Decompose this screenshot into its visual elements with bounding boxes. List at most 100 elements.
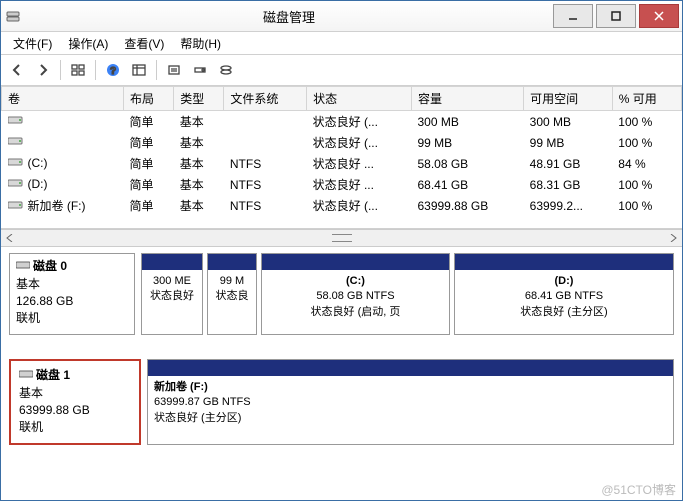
pane-splitter[interactable] bbox=[1, 229, 682, 247]
disk-graphical-view[interactable]: 磁盘 0 基本 126.88 GB 联机 300 ME 状态良好 99 M bbox=[1, 247, 682, 501]
menu-help[interactable]: 帮助(H) bbox=[172, 33, 229, 54]
partition-size: 63999.87 GB NTFS bbox=[154, 395, 667, 410]
close-button[interactable] bbox=[639, 4, 679, 28]
toolbar-separator bbox=[60, 60, 61, 80]
highlight-box: 磁盘 1 基本 63999.88 GB 联机 bbox=[9, 359, 141, 445]
titlebar[interactable]: 磁盘管理 bbox=[1, 1, 682, 32]
disk0-partition-0[interactable]: 300 ME 状态良好 bbox=[141, 253, 203, 335]
volume-free: 300 MB bbox=[524, 111, 613, 133]
settings-button[interactable] bbox=[188, 58, 212, 82]
volume-capacity: 63999.88 GB bbox=[411, 195, 523, 216]
partition-name: 新加卷 (F:) bbox=[154, 380, 667, 395]
disk0-state: 联机 bbox=[16, 310, 128, 327]
volume-layout: 简单 bbox=[124, 174, 174, 195]
scroll-left-icon[interactable] bbox=[3, 231, 17, 245]
volume-list[interactable]: 卷 布局 类型 文件系统 状态 容量 可用空间 % 可用 简单基本状态良好 (.… bbox=[1, 86, 682, 229]
col-layout[interactable]: 布局 bbox=[124, 87, 174, 111]
disk0-partition-1[interactable]: 99 M 状态良 bbox=[207, 253, 257, 335]
table-row[interactable]: 新加卷 (F:)简单基本NTFS状态良好 (...63999.88 GB6399… bbox=[2, 195, 682, 216]
list-button[interactable] bbox=[127, 58, 151, 82]
disk0-partition-d[interactable]: (D:) 68.41 GB NTFS 状态良好 (主分区) bbox=[454, 253, 674, 335]
col-type[interactable]: 类型 bbox=[174, 87, 224, 111]
disk-icon bbox=[19, 367, 33, 384]
toolbar-separator bbox=[95, 60, 96, 80]
volume-layout: 简单 bbox=[124, 132, 174, 153]
disk-row-1[interactable]: 磁盘 1 基本 63999.88 GB 联机 新加卷 (F:) 63999.87… bbox=[9, 359, 674, 445]
volume-icon bbox=[8, 135, 24, 150]
partition-letter: (D:) bbox=[461, 274, 667, 289]
menubar: 文件(F) 操作(A) 查看(V) 帮助(H) bbox=[1, 32, 682, 55]
scroll-right-icon[interactable] bbox=[666, 231, 680, 245]
volume-type: 基本 bbox=[174, 132, 224, 153]
partition-status: 状态良好 (主分区) bbox=[154, 411, 667, 426]
table-row[interactable]: 简单基本状态良好 (...99 MB99 MB100 % bbox=[2, 132, 682, 153]
col-pctfree[interactable]: % 可用 bbox=[612, 87, 681, 111]
maximize-button[interactable] bbox=[596, 4, 636, 28]
table-row[interactable]: (C:)简单基本NTFS状态良好 ...58.08 GB48.91 GB84 % bbox=[2, 153, 682, 174]
table-row[interactable]: 简单基本状态良好 (...300 MB300 MB100 % bbox=[2, 111, 682, 133]
disk0-partition-c[interactable]: (C:) 58.08 GB NTFS 状态良好 (启动, 页 bbox=[261, 253, 450, 335]
disk1-type: 基本 bbox=[19, 385, 131, 402]
disk1-header[interactable]: 磁盘 1 基本 63999.88 GB 联机 bbox=[13, 363, 137, 441]
col-freespace[interactable]: 可用空间 bbox=[524, 87, 613, 111]
watermark: @51CTO博客 bbox=[601, 481, 676, 498]
properties-button[interactable] bbox=[214, 58, 238, 82]
disk1-partition-f[interactable]: 新加卷 (F:) 63999.87 GB NTFS 状态良好 (主分区) bbox=[147, 359, 674, 445]
volume-pct: 84 % bbox=[612, 153, 681, 174]
volume-fs: NTFS bbox=[224, 174, 307, 195]
volume-layout: 简单 bbox=[124, 111, 174, 133]
volume-fs bbox=[224, 111, 307, 133]
partition-bar bbox=[262, 254, 449, 270]
volume-name: (C:) bbox=[28, 156, 48, 170]
col-status[interactable]: 状态 bbox=[307, 87, 412, 111]
table-header-row[interactable]: 卷 布局 类型 文件系统 状态 容量 可用空间 % 可用 bbox=[2, 87, 682, 111]
volume-status: 状态良好 (... bbox=[307, 132, 412, 153]
disk-icon bbox=[16, 258, 30, 275]
col-volume[interactable]: 卷 bbox=[2, 87, 124, 111]
col-filesystem[interactable]: 文件系统 bbox=[224, 87, 307, 111]
menu-file[interactable]: 文件(F) bbox=[5, 33, 60, 54]
volume-pct: 100 % bbox=[612, 132, 681, 153]
volume-type: 基本 bbox=[174, 195, 224, 216]
svg-text:?: ? bbox=[110, 66, 116, 77]
volume-capacity: 300 MB bbox=[411, 111, 523, 133]
partition-bar bbox=[455, 254, 673, 270]
menu-action[interactable]: 操作(A) bbox=[60, 33, 116, 54]
partition-bar bbox=[142, 254, 202, 270]
volume-pct: 100 % bbox=[612, 174, 681, 195]
volume-status: 状态良好 ... bbox=[307, 153, 412, 174]
toolbar: ? bbox=[1, 55, 682, 86]
disk0-title: 磁盘 0 bbox=[33, 259, 67, 273]
help-button[interactable]: ? bbox=[101, 58, 125, 82]
refresh-button[interactable] bbox=[162, 58, 186, 82]
forward-button[interactable] bbox=[31, 58, 55, 82]
volume-icon bbox=[8, 156, 24, 171]
disk0-size: 126.88 GB bbox=[16, 293, 128, 310]
partition-size: 99 M bbox=[214, 274, 250, 289]
volume-icon bbox=[8, 114, 24, 129]
minimize-button[interactable] bbox=[553, 4, 593, 28]
table-row[interactable]: (D:)简单基本NTFS状态良好 ...68.41 GB68.31 GB100 … bbox=[2, 174, 682, 195]
volume-type: 基本 bbox=[174, 153, 224, 174]
splitter-grip-icon[interactable] bbox=[332, 234, 352, 242]
volume-pct: 100 % bbox=[612, 111, 681, 133]
volume-layout: 简单 bbox=[124, 153, 174, 174]
volume-icon bbox=[8, 177, 24, 192]
partition-size: 300 ME bbox=[148, 274, 196, 289]
volume-fs: NTFS bbox=[224, 153, 307, 174]
partition-letter: (C:) bbox=[268, 274, 443, 289]
partition-bar bbox=[208, 254, 256, 270]
volume-free: 63999.2... bbox=[524, 195, 613, 216]
disk0-header[interactable]: 磁盘 0 基本 126.88 GB 联机 bbox=[9, 253, 135, 335]
back-button[interactable] bbox=[5, 58, 29, 82]
col-capacity[interactable]: 容量 bbox=[411, 87, 523, 111]
partition-bar bbox=[148, 360, 673, 376]
volume-free: 48.91 GB bbox=[524, 153, 613, 174]
volume-status: 状态良好 (... bbox=[307, 195, 412, 216]
volume-fs: NTFS bbox=[224, 195, 307, 216]
views-button[interactable] bbox=[66, 58, 90, 82]
menu-view[interactable]: 查看(V) bbox=[116, 33, 172, 54]
disk-row-0[interactable]: 磁盘 0 基本 126.88 GB 联机 300 ME 状态良好 99 M bbox=[9, 253, 674, 335]
partition-status: 状态良好 (主分区) bbox=[461, 305, 667, 320]
partition-status: 状态良 bbox=[214, 289, 250, 304]
